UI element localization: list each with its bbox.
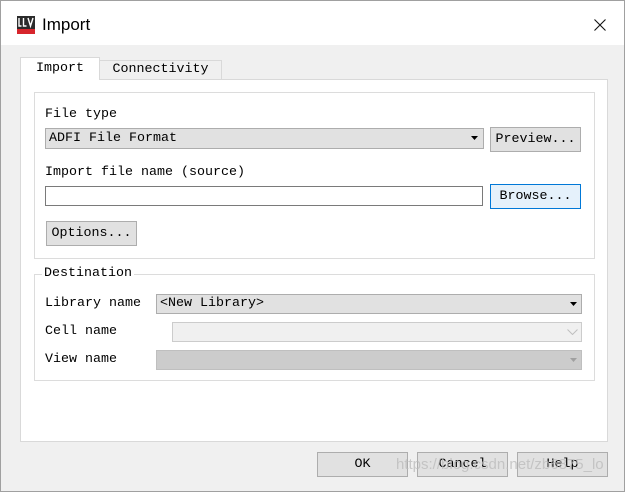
app-icon bbox=[16, 15, 36, 35]
file-type-value: ADFI File Format bbox=[49, 131, 177, 146]
file-name-label: Import file name (source) bbox=[45, 165, 245, 180]
library-name-label: Library name bbox=[45, 296, 141, 311]
tab-connectivity[interactable]: Connectivity bbox=[99, 60, 222, 79]
view-name-combo bbox=[156, 350, 582, 370]
chevron-down-glyph bbox=[567, 329, 578, 335]
chevron-down-icon bbox=[567, 329, 578, 335]
library-name-value: <New Library> bbox=[160, 296, 264, 311]
dropdown-arrow-glyph bbox=[570, 358, 577, 362]
options-button[interactable]: Options... bbox=[46, 221, 137, 246]
destination-legend: Destination bbox=[42, 266, 134, 282]
file-type-label: File type bbox=[45, 107, 117, 122]
library-name-combo[interactable]: <New Library> bbox=[156, 294, 582, 314]
dropdown-arrow-icon bbox=[570, 302, 577, 306]
cell-name-label: Cell name bbox=[45, 324, 117, 339]
preview-button[interactable]: Preview... bbox=[490, 127, 581, 152]
browse-button[interactable]: Browse... bbox=[490, 184, 581, 209]
tab-import[interactable]: Import bbox=[20, 57, 100, 80]
app-icon-band bbox=[17, 29, 35, 34]
close-icon-glyph bbox=[594, 19, 606, 31]
dropdown-arrow-glyph bbox=[570, 302, 577, 306]
close-button[interactable] bbox=[577, 1, 623, 45]
cancel-button[interactable]: Cancel bbox=[417, 452, 508, 477]
close-icon bbox=[594, 19, 606, 31]
view-name-label: View name bbox=[45, 352, 117, 367]
file-type-combo[interactable]: ADFI File Format bbox=[45, 128, 484, 149]
file-name-input[interactable] bbox=[45, 186, 483, 206]
dropdown-arrow-icon bbox=[471, 136, 478, 140]
dropdown-arrow-icon bbox=[570, 358, 577, 362]
ok-button[interactable]: OK bbox=[317, 452, 408, 477]
help-button[interactable]: Help bbox=[517, 452, 608, 477]
cell-name-combo bbox=[172, 322, 582, 342]
dropdown-arrow-glyph bbox=[471, 136, 478, 140]
title-bar bbox=[0, 0, 625, 45]
window-title: Import bbox=[42, 15, 91, 34]
import-dialog: Import Connectivity Import File type ADF… bbox=[0, 0, 625, 492]
